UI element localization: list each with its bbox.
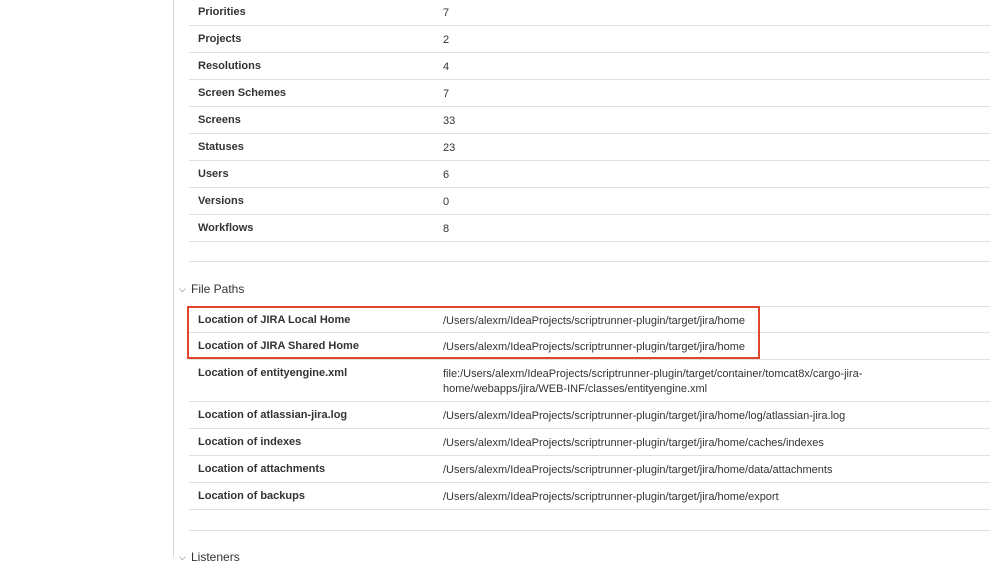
table-row: Screens 33 (189, 107, 990, 134)
row-value: 7 (443, 7, 450, 19)
table-row: Resolutions 4 (189, 53, 990, 80)
row-label: Screens (198, 114, 241, 126)
row-label: Location of JIRA Shared Home (198, 340, 359, 352)
table-row: Location of backups /Users/alexm/IdeaPro… (189, 483, 990, 510)
row-label: Projects (198, 33, 242, 45)
table-row: Location of attachments /Users/alexm/Ide… (189, 456, 990, 483)
row-value: 33 (443, 115, 456, 127)
table-row: Screen Schemes 7 (189, 80, 990, 107)
row-label: Location of JIRA Local Home (198, 314, 351, 326)
row-value: /Users/alexm/IdeaProjects/scriptrunner-p… (443, 410, 846, 422)
row-label: Location of backups (198, 490, 305, 502)
row-value: 7 (443, 88, 450, 100)
row-value: /Users/alexm/IdeaProjects/scriptrunner-p… (443, 464, 833, 476)
row-value: file:/Users/alexm/IdeaProjects/scriptrun… (443, 368, 863, 395)
table-footer-row (189, 240, 990, 262)
table-row: Location of JIRA Shared Home /Users/alex… (189, 333, 990, 360)
content-left-border (173, 0, 174, 557)
row-label: Location of indexes (198, 436, 302, 448)
table-row: Versions 0 (189, 188, 990, 215)
table-row: Location of entityengine.xml file:/Users… (189, 360, 990, 402)
chevron-down-icon: ⌵ (179, 283, 186, 294)
row-value: 8 (443, 223, 450, 235)
section-title: File Paths (191, 282, 245, 296)
table-row: Projects 2 (189, 26, 990, 53)
section-toggle-file-paths[interactable]: ⌵ File Paths (179, 281, 244, 297)
row-label: Screen Schemes (198, 87, 287, 99)
row-value: 4 (443, 61, 450, 73)
table-row: Users 6 (189, 161, 990, 188)
row-value: /Users/alexm/IdeaProjects/scriptrunner-p… (443, 341, 746, 353)
table-row: Location of indexes /Users/alexm/IdeaPro… (189, 429, 990, 456)
row-value: 2 (443, 34, 450, 46)
row-value: /Users/alexm/IdeaProjects/scriptrunner-p… (443, 437, 824, 449)
row-label: Users (198, 168, 229, 180)
row-label: Priorities (198, 6, 246, 18)
row-label: Resolutions (198, 60, 261, 72)
section-toggle-listeners[interactable]: ⌵ Listeners (179, 549, 240, 565)
row-label: Location of atlassian-jira.log (198, 409, 348, 421)
stats-table: Priorities 7 Projects 2 Resolutions 4 Sc… (189, 0, 990, 242)
table-row: Location of atlassian-jira.log /Users/al… (189, 402, 990, 429)
row-label: Statuses (198, 141, 244, 153)
row-label: Location of attachments (198, 463, 326, 475)
table-row: Location of JIRA Local Home /Users/alexm… (189, 306, 990, 333)
chevron-down-icon: ⌵ (179, 551, 186, 562)
table-row: Statuses 23 (189, 134, 990, 161)
row-label: Location of entityengine.xml (198, 367, 348, 379)
row-value: 0 (443, 196, 450, 208)
row-value: /Users/alexm/IdeaProjects/scriptrunner-p… (443, 315, 746, 327)
table-row: Priorities 7 (189, 0, 990, 26)
table-row: Workflows 8 (189, 215, 990, 242)
row-value: /Users/alexm/IdeaProjects/scriptrunner-p… (443, 491, 779, 503)
row-label: Workflows (198, 222, 254, 234)
table-footer-row (189, 510, 990, 531)
row-label: Versions (198, 195, 244, 207)
file-paths-table: Location of JIRA Local Home /Users/alexm… (189, 306, 990, 510)
row-value: 23 (443, 142, 456, 154)
row-value: 6 (443, 169, 450, 181)
section-title: Listeners (191, 550, 240, 564)
